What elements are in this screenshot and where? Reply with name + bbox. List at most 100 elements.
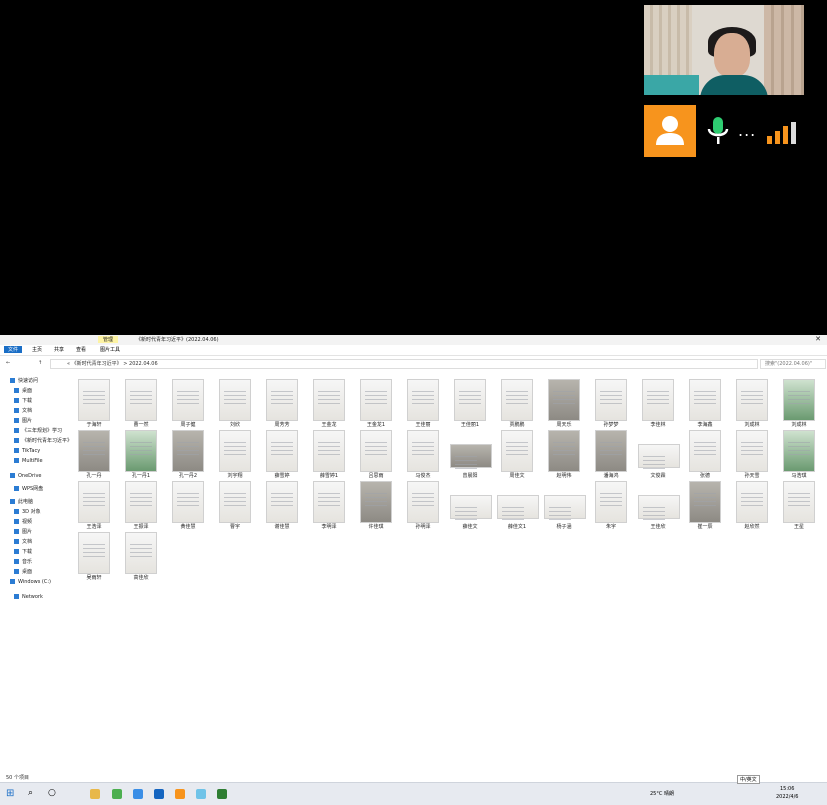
file-thumbnail[interactable]: 曹宇 xyxy=(215,481,255,531)
file-thumbnail[interactable]: 吴雨轩 xyxy=(74,532,114,582)
file-thumbnail[interactable]: 朱宇 xyxy=(591,481,631,531)
tab-file[interactable]: 文件 xyxy=(4,346,23,353)
file-thumbnail[interactable]: 王佳丽1 xyxy=(450,379,490,429)
participant-avatar[interactable] xyxy=(644,105,696,157)
nav-item[interactable]: 下载 xyxy=(14,548,32,556)
file-thumbnail[interactable]: 张德 xyxy=(685,430,725,480)
app-icon[interactable] xyxy=(133,789,143,799)
weather-widget[interactable]: 25°C 晴朗 xyxy=(650,790,674,797)
file-explorer-icon[interactable] xyxy=(90,789,100,799)
file-thumbnail[interactable]: 黄佳慧 xyxy=(168,481,208,531)
nav-item[interactable]: 图片 xyxy=(14,528,32,536)
nav-item[interactable]: Windows (C:) xyxy=(10,578,51,586)
file-thumbnail[interactable]: 孔一丹 xyxy=(74,430,114,480)
file-thumbnail[interactable]: 王星 xyxy=(779,481,819,531)
tab-view[interactable]: 查看 xyxy=(76,346,86,353)
nav-item[interactable]: WPS网盘 xyxy=(14,485,43,493)
tab-share[interactable]: 共享 xyxy=(54,346,64,353)
file-thumbnail[interactable]: 刘成林 xyxy=(779,379,819,429)
file-thumbnail[interactable]: 贾鹏鹏 xyxy=(497,379,537,429)
manage-tab[interactable]: 管理 xyxy=(98,336,119,343)
file-thumbnail[interactable]: 曾晨阳 xyxy=(450,430,492,480)
file-thumbnail[interactable]: 赵明伟 xyxy=(544,430,584,480)
meeting-app-icon[interactable] xyxy=(175,789,185,799)
file-thumbnail[interactable]: 杨子涵 xyxy=(544,481,586,531)
tab-picture-tools[interactable]: 图片工具 xyxy=(100,346,120,353)
windows-start-icon[interactable]: ⊞ xyxy=(6,788,14,799)
file-thumbnail[interactable]: 王振泽 xyxy=(121,481,161,531)
search-input[interactable]: 搜索"(2022.04.06)" xyxy=(760,359,826,369)
app-icon[interactable] xyxy=(112,789,122,799)
nav-item[interactable]: 桌面 xyxy=(14,568,32,576)
file-thumbnail[interactable]: 周佳文 xyxy=(497,430,537,480)
nav-item[interactable]: 快速访问 xyxy=(10,377,38,385)
close-icon[interactable]: ✕ xyxy=(815,335,821,343)
nav-item[interactable]: 桌面 xyxy=(14,387,32,395)
file-thumbnail[interactable]: 于海轩 xyxy=(74,379,114,429)
up-arrow-icon[interactable]: ↑ xyxy=(38,360,42,366)
task-view-icon[interactable]: ○ xyxy=(48,788,56,798)
nav-item[interactable]: Network xyxy=(14,593,43,601)
file-thumbnail[interactable]: 李佳林 xyxy=(638,379,678,429)
nav-item[interactable]: 视频 xyxy=(14,518,32,526)
file-thumbnail[interactable]: 潘海鸿 xyxy=(591,430,631,480)
file-thumbnail[interactable]: 文俊霖 xyxy=(638,430,680,480)
microphone-icon[interactable] xyxy=(706,115,730,147)
file-thumbnail[interactable]: 周子健 xyxy=(168,379,208,429)
file-thumbnail[interactable]: 王佳欣 xyxy=(638,481,680,531)
nav-item[interactable]: 音乐 xyxy=(14,558,32,566)
file-thumbnail[interactable]: 孙梦梦 xyxy=(591,379,631,429)
nav-item[interactable]: 《新时代青年习近平》 xyxy=(14,437,72,445)
file-thumbnail[interactable]: 谢佳慧 xyxy=(262,481,302,531)
more-options-icon[interactable]: ... xyxy=(738,121,756,140)
file-thumbnail[interactable]: 刘欣 xyxy=(215,379,255,429)
file-thumbnail[interactable]: 马浩琪 xyxy=(779,430,819,480)
file-thumbnail[interactable]: 王佳丽 xyxy=(403,379,443,429)
file-thumbnail[interactable]: 孙天雪 xyxy=(732,430,772,480)
nav-item[interactable]: 3D 对象 xyxy=(14,508,41,516)
file-thumbnail[interactable]: 马俊杰 xyxy=(403,430,443,480)
file-thumbnail[interactable]: 薛雪婷 xyxy=(262,430,302,480)
nav-item[interactable]: 下载 xyxy=(14,397,32,405)
nav-item[interactable]: 图片 xyxy=(14,417,32,425)
nav-item[interactable]: MultiFile xyxy=(14,457,43,465)
nav-item[interactable]: 《三年规划》学习 xyxy=(14,427,62,435)
file-thumbnail[interactable]: 李明泽 xyxy=(309,481,349,531)
back-arrow-icon[interactable]: ← xyxy=(6,360,10,366)
app-icon[interactable] xyxy=(217,789,227,799)
folder-icon xyxy=(14,388,19,393)
tab-home[interactable]: 主页 xyxy=(32,346,42,353)
file-thumbnail[interactable]: 薛雪婷1 xyxy=(309,430,349,480)
nav-item[interactable]: 此电脑 xyxy=(10,498,33,506)
nav-item[interactable]: TikTacy xyxy=(14,447,40,455)
file-thumbnail[interactable]: 高佳欣 xyxy=(121,532,161,582)
file-thumbnail[interactable]: 孙明泽 xyxy=(403,481,443,531)
file-thumbnail[interactable]: 吕思雨 xyxy=(356,430,396,480)
file-thumbnail[interactable]: 曹一然 xyxy=(121,379,161,429)
clock-time[interactable]: 15:06 xyxy=(780,786,794,792)
file-thumbnail[interactable]: 李海鑫 xyxy=(685,379,725,429)
breadcrumb[interactable]: « 《新时代青年习近平》 > 2022.04.06 xyxy=(50,359,758,369)
file-thumbnail[interactable]: 崔一辰 xyxy=(685,481,725,531)
search-icon[interactable]: ⌕ xyxy=(28,788,33,798)
nav-item[interactable]: 文档 xyxy=(14,407,32,415)
file-thumbnail[interactable]: 王金龙1 xyxy=(356,379,396,429)
file-thumbnail[interactable]: 周芳芳 xyxy=(262,379,302,429)
clock-date[interactable]: 2022/4/6 xyxy=(776,794,798,800)
file-thumbnail[interactable]: 孔一丹1 xyxy=(121,430,161,480)
app-icon[interactable] xyxy=(154,789,164,799)
file-thumbnail[interactable]: 赵欣然 xyxy=(732,481,772,531)
file-thumbnail[interactable]: 周天乐 xyxy=(544,379,584,429)
file-thumbnail[interactable]: 薛佳文 xyxy=(450,481,492,531)
file-thumbnail[interactable]: 王金龙 xyxy=(309,379,349,429)
navigation-pane: 快速访问 桌面 下载 文档 图片 《三年规划》学习 《新时代青年习近平》 TikTacy Mul… xyxy=(0,377,72,767)
file-thumbnail[interactable]: 王浩泽 xyxy=(74,481,114,531)
nav-item[interactable]: 文档 xyxy=(14,538,32,546)
file-thumbnail[interactable]: 薛佳文1 xyxy=(497,481,539,531)
file-thumbnail[interactable]: 许佳琪 xyxy=(356,481,396,531)
app-icon[interactable] xyxy=(196,789,206,799)
file-thumbnail[interactable]: 孔一丹2 xyxy=(168,430,208,480)
nav-item[interactable]: OneDrive xyxy=(10,472,42,480)
file-thumbnail[interactable]: 刘成林 xyxy=(732,379,772,429)
file-thumbnail[interactable]: 刘宇翔 xyxy=(215,430,255,480)
